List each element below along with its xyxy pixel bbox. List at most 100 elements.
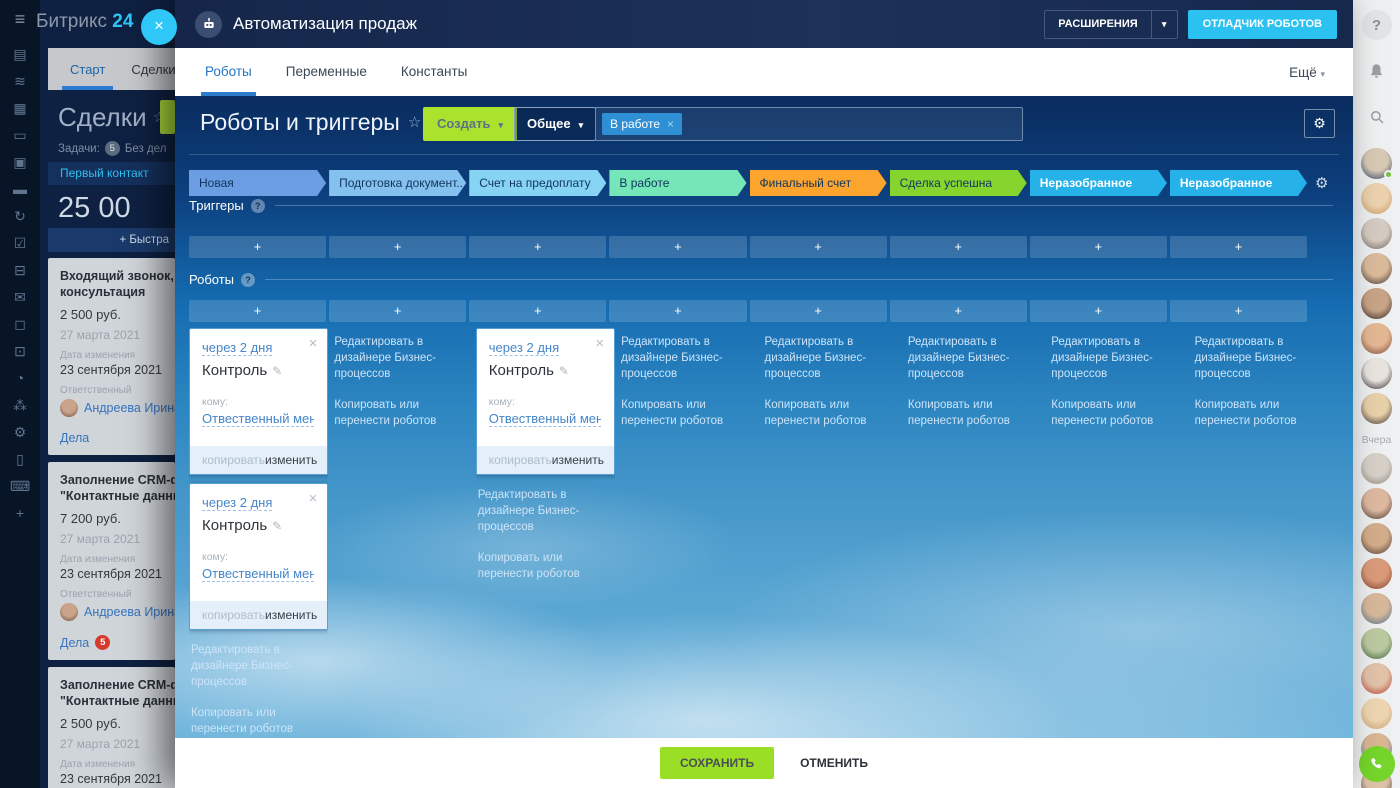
copy-move-robots-link[interactable]: Копировать или перенести роботов [1051,397,1175,429]
copy-move-robots-link[interactable]: Копировать или перенести роботов [621,397,745,429]
apps-grid-icon[interactable]: ▦ [10,101,30,116]
avatar[interactable] [1361,253,1392,284]
trigger-plus-button-7[interactable]: + [1030,236,1167,258]
edit-in-designer-link[interactable]: Редактировать в дизайнере Бизнес-процесс… [191,642,315,690]
filter-chip-in-progress[interactable]: В работе× [602,113,682,135]
avatar[interactable] [1361,698,1392,729]
create-button[interactable]: Создать▾ [423,107,517,141]
avatar[interactable] [1361,558,1392,589]
add-deal-button-clipped[interactable] [160,100,175,134]
trigger-plus-button-2[interactable]: + [329,236,466,258]
avatar[interactable] [1361,323,1392,354]
robot-plus-button-5[interactable]: + [750,300,887,322]
robot-plus-button-6[interactable]: + [890,300,1027,322]
avatar[interactable] [1361,663,1392,694]
close-slider-button[interactable]: × [141,9,177,45]
avatar[interactable] [1361,218,1392,249]
robot-to-value-link[interactable]: Отвественный менед... [489,411,601,427]
calendar-icon[interactable]: ⊡ [10,344,30,359]
live-feed-icon[interactable]: ▤ [10,47,30,62]
robot-delay-link[interactable]: через 2 дня [489,340,559,356]
stage-2[interactable]: Подготовка документ... [329,170,466,196]
copy-button[interactable]: копировать [489,453,552,467]
edit-in-designer-link[interactable]: Редактировать в дизайнере Бизнес-процесс… [478,487,602,535]
avatar[interactable] [1361,488,1392,519]
settings-icon[interactable]: ⚙ [10,425,30,440]
stage-3[interactable]: Счет на предоплату [469,170,606,196]
robot-plus-button-3[interactable]: + [469,300,606,322]
edit-pencil-icon[interactable]: ✎ [272,519,282,533]
add-icon[interactable]: + [10,506,30,521]
stage-1[interactable]: Новая [189,170,326,196]
deal-card[interactable]: Входящий звонок, первичнаяконсультация2 … [48,258,175,455]
avatar[interactable] [1361,288,1392,319]
tab-deals[interactable]: Сделки [131,62,175,77]
robot-plus-button-2[interactable]: + [329,300,466,322]
robot-to-value-link[interactable]: Отвественный менед... [202,411,314,427]
sites-icon[interactable]: ▭ [10,128,30,143]
robot-plus-button-7[interactable]: + [1030,300,1167,322]
robot-plus-button-8[interactable]: + [1170,300,1307,322]
copy-button[interactable]: копировать [202,608,265,622]
search-icon[interactable] [1362,102,1392,132]
edit-in-designer-link[interactable]: Редактировать в дизайнере Бизнес-процесс… [334,334,458,382]
edit-in-designer-link[interactable]: Редактировать в дизайнере Бизнес-процесс… [908,334,1032,382]
robot-delay-link[interactable]: через 2 дня [202,340,272,356]
deal-card[interactable]: Заполнение CRM-формы"Контактные данные"7… [48,462,175,660]
avatar[interactable] [1361,393,1392,424]
trigger-plus-button-8[interactable]: + [1170,236,1307,258]
kanban-stage-header[interactable]: Первый контакт [48,162,175,185]
copy-button[interactable]: копировать [202,453,265,467]
time-icon[interactable]: ◔ [10,371,30,386]
edit-in-designer-link[interactable]: Редактировать в дизайнере Бизнес-процесс… [1051,334,1175,382]
tasks-icon[interactable]: ☑ [10,236,30,251]
trigger-plus-button-5[interactable]: + [750,236,887,258]
stage-4[interactable]: В работе [609,170,746,196]
remove-chip-icon[interactable]: × [667,117,674,131]
contacts-icon[interactable]: ▣ [10,155,30,170]
edit-pencil-icon[interactable]: ✎ [559,364,569,378]
robot-debugger-button[interactable]: ОТЛАДЧИК РОБОТОВ [1188,10,1337,39]
stages-gear-icon[interactable]: ⚙ [1315,174,1328,192]
trigger-plus-button-4[interactable]: + [609,236,746,258]
close-icon[interactable]: × [309,336,318,351]
quick-deal-button[interactable]: + Быстра [48,228,175,252]
favorite-star-icon[interactable]: ☆ [408,114,421,131]
copy-move-robots-link[interactable]: Копировать или перенести роботов [334,397,458,429]
cancel-button[interactable]: ОТМЕНИТЬ [800,756,868,770]
notifications-bell-icon[interactable] [1362,56,1392,86]
edit-in-designer-link[interactable]: Редактировать в дизайнере Бизнес-процесс… [621,334,745,382]
stage-8[interactable]: Неразобранное [1170,170,1307,196]
stage-6[interactable]: Сделка успешна [890,170,1027,196]
edit-button[interactable]: изменить [552,453,604,467]
responsible-name[interactable]: Андреева Ирина [84,401,175,415]
mail-icon[interactable]: ✉ [10,290,30,305]
robot-delay-link[interactable]: через 2 дня [202,495,272,511]
stage-7[interactable]: Неразобранное [1030,170,1167,196]
tab-constants[interactable]: Константы [401,48,467,96]
filter-search-input[interactable]: В работе× [595,107,1023,141]
sync-icon[interactable]: ↻ [10,209,30,224]
avatar[interactable] [1361,453,1392,484]
stage-5[interactable]: Финальный счет [750,170,887,196]
help-icon[interactable]: ? [1362,10,1392,40]
crm-icon[interactable]: ▬ [10,182,30,197]
more-menu[interactable]: Ещё ▾ [1289,65,1353,80]
deal-card[interactable]: Заполнение CRM-формы"Контактные данные"2… [48,667,175,788]
avatar[interactable] [1361,148,1392,179]
copy-move-robots-link[interactable]: Копировать или перенести роботов [478,550,602,582]
copy-move-robots-link[interactable]: Копировать или перенести роботов [765,397,889,429]
menu-icon[interactable]: ≡ [10,12,30,27]
filter-icon[interactable]: ≋ [10,74,30,89]
close-icon[interactable]: × [309,491,318,506]
shop-icon[interactable]: ⊟ [10,263,30,278]
edit-pencil-icon[interactable]: ✎ [272,364,282,378]
avatar[interactable] [1361,183,1392,214]
edit-in-designer-link[interactable]: Редактировать в дизайнере Бизнес-процесс… [1195,334,1319,382]
avatar[interactable] [1361,358,1392,389]
help-icon[interactable]: ? [241,273,255,287]
settings-gear-button[interactable]: ⚙ [1304,109,1335,138]
edit-in-designer-link[interactable]: Редактировать в дизайнере Бизнес-процесс… [765,334,889,382]
trigger-plus-button-3[interactable]: + [469,236,606,258]
phone-call-button[interactable] [1359,746,1395,782]
